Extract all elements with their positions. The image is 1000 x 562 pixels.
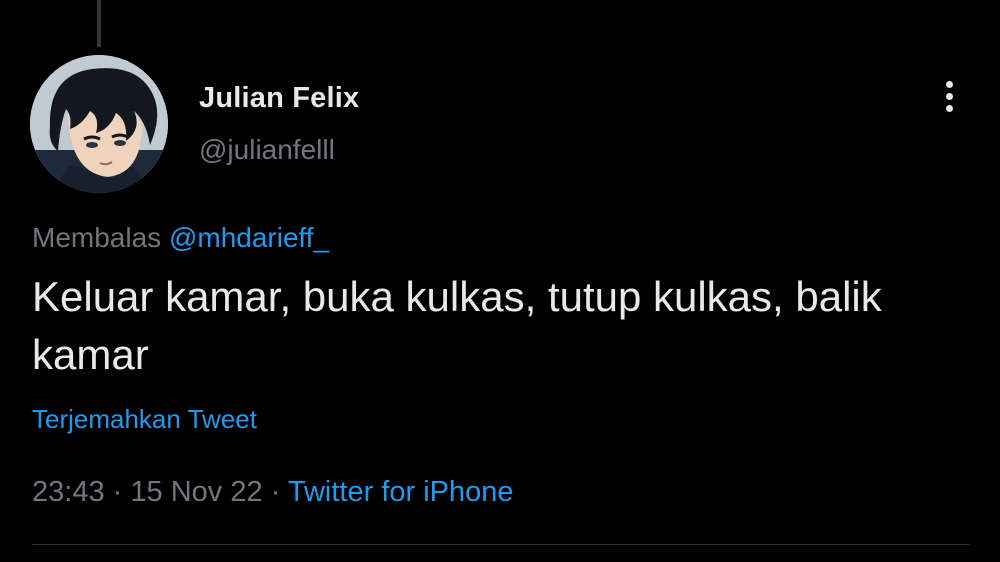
author-name[interactable]: Julian Felix [199,82,359,115]
tweet-source-link[interactable]: Twitter for iPhone [288,476,514,508]
tweet-text: Keluar kamar, buka kulkas, tutup kulkas,… [32,273,882,378]
tweet-date[interactable]: 15 Nov 22 [130,476,262,508]
meta-separator: · [112,476,123,508]
tweet-detail: Julian Felix @julianfelll Membalas @mhda… [0,0,1000,562]
more-vertical-icon-dot [945,104,953,112]
avatar[interactable] [30,55,168,193]
reply-context: Membalas @mhdarieff_ [32,222,329,254]
tweet-time[interactable]: 23:43 [32,476,105,508]
more-options-button[interactable] [930,72,968,120]
translate-tweet-link[interactable]: Terjemahkan Tweet [32,404,257,435]
reply-prefix: Membalas [32,222,162,253]
author-handle[interactable]: @julianfelll [199,134,335,166]
thread-connector-line [97,0,101,47]
meta-separator: · [270,476,281,508]
more-vertical-icon-dot [945,92,953,100]
reply-mention-link[interactable]: @mhdarieff_ [169,222,329,253]
divider [32,544,970,545]
tweet-metadata: 23:43 · 15 Nov 22 · Twitter for iPhone [32,476,514,509]
avatar-illustration [30,55,168,193]
more-vertical-icon [945,80,953,88]
